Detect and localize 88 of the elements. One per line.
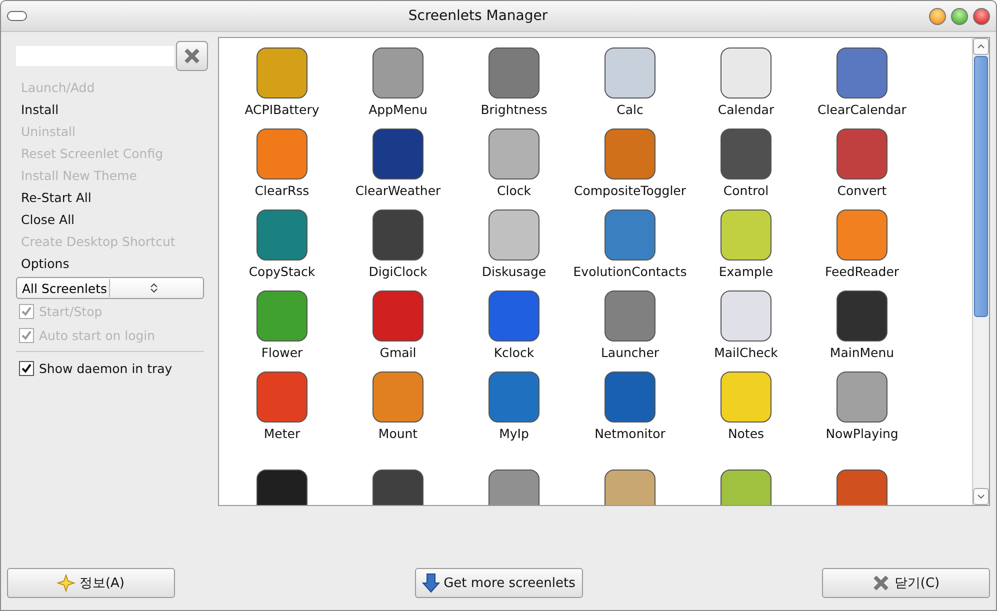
app-icon[interactable] (719, 208, 773, 262)
screenlet-label: Diskusage (482, 264, 546, 279)
screenlet-label: Netmonitor (594, 426, 666, 441)
app-icon[interactable] (719, 127, 773, 181)
action-link[interactable]: Close All (16, 209, 208, 231)
screenlet-label: Brightness (480, 102, 548, 117)
screenlet-label: Clock (497, 183, 531, 198)
clear-button[interactable] (176, 41, 208, 71)
screenlet-label: ClearRss (254, 183, 310, 198)
screenlet-label: DigiClock (368, 264, 428, 279)
down-arrow-icon (422, 573, 440, 593)
app-icon[interactable] (371, 370, 425, 424)
checkbox[interactable] (19, 360, 34, 376)
app-icon[interactable] (371, 46, 425, 100)
app-icon[interactable] (487, 289, 541, 343)
app-icon[interactable] (487, 208, 541, 262)
app-icon[interactable] (371, 208, 425, 262)
app-icon[interactable] (603, 127, 657, 181)
app-icon[interactable] (255, 127, 309, 181)
download-button[interactable]: Get more screenlets (414, 568, 582, 598)
app-icon[interactable] (487, 127, 541, 181)
screenlet-label: MyIp (499, 426, 529, 441)
scroll-up-button[interactable] (973, 38, 989, 55)
screenlet-label: MainMenu (830, 345, 894, 360)
app-icon[interactable] (835, 289, 889, 343)
action-link[interactable]: Install (16, 99, 208, 121)
close-button[interactable] (973, 8, 990, 24)
screenlet-label: Example (718, 264, 774, 279)
close-button[interactable]: 닫기(C) (822, 568, 990, 598)
options-label: Options (20, 255, 70, 273)
checkbox-label: Auto start on login (39, 328, 156, 342)
app-icon[interactable] (719, 289, 773, 343)
screenlet-label: AppMenu (368, 102, 428, 117)
app-icon[interactable] (371, 289, 425, 343)
app-icon[interactable] (835, 127, 889, 181)
app-icon[interactable] (255, 208, 309, 262)
screenlet-label: Notes (728, 426, 764, 441)
app-icon[interactable] (487, 46, 541, 100)
app-icon[interactable] (255, 46, 309, 100)
screenlet-label: MailCheck (714, 345, 778, 360)
screenlet-label: EvolutionContacts (573, 264, 687, 279)
close-icon (183, 47, 201, 65)
scroll-down-button[interactable] (973, 488, 989, 505)
screenlet-label: NowPlaying (826, 426, 898, 441)
app-icon[interactable] (603, 370, 657, 424)
updown-icon (150, 282, 158, 294)
screenlet-label: Launcher (600, 345, 660, 360)
screenlet-label: Calendar (718, 102, 774, 117)
app-icon[interactable] (255, 289, 309, 343)
screenlet-label: Gmail (380, 345, 416, 360)
screenlet-label: Mount (378, 426, 418, 441)
caret-up-icon (977, 44, 985, 49)
scrollbar-thumb[interactable] (974, 56, 988, 317)
screenlet-label: CompositeToggler (574, 183, 686, 198)
checkbox-label: Show daemon in tray (39, 360, 172, 376)
screenlet-label: Flower (261, 345, 303, 360)
screenlet-label: FeedReader (824, 264, 900, 279)
window-menu-button[interactable] (7, 11, 27, 21)
screenlet-label: Convert (837, 183, 887, 198)
app-icon[interactable] (719, 46, 773, 100)
maximize-button[interactable] (951, 8, 968, 24)
app-icon[interactable] (487, 370, 541, 424)
app-icon[interactable] (835, 46, 889, 100)
minimize-button[interactable] (929, 8, 946, 24)
screenlet-label: ACPIBattery (244, 102, 320, 117)
app-icon[interactable] (371, 127, 425, 181)
filter-dropdown[interactable]: All Screenlets (16, 277, 204, 299)
screenlet-label: ClearWeather (355, 183, 441, 198)
screenlet-label: Kclock (494, 345, 534, 360)
app-icon[interactable] (835, 370, 889, 424)
screenlet-label: Control (723, 183, 769, 198)
screenlet-label: Calc (616, 102, 644, 117)
window-title: Screenlets Manager (407, 8, 549, 24)
screenlet-label: ClearCalendar (818, 102, 906, 117)
screenlet-label: CopyStack (248, 264, 316, 279)
app-icon[interactable] (603, 46, 657, 100)
app-icon[interactable] (835, 208, 889, 262)
app-icon[interactable] (255, 370, 309, 424)
app-icon[interactable] (719, 370, 773, 424)
action-link[interactable]: Re-Start All (16, 187, 208, 209)
close-icon (872, 574, 890, 592)
caret-down-icon (977, 494, 985, 499)
screenlet-label: Meter (264, 426, 300, 441)
about-button[interactable]: 정보(A) (7, 568, 175, 598)
app-icon[interactable] (603, 208, 657, 262)
star-icon (57, 574, 76, 592)
app-icon[interactable] (603, 289, 657, 343)
checkbox-label: Start/Stop (39, 304, 102, 318)
